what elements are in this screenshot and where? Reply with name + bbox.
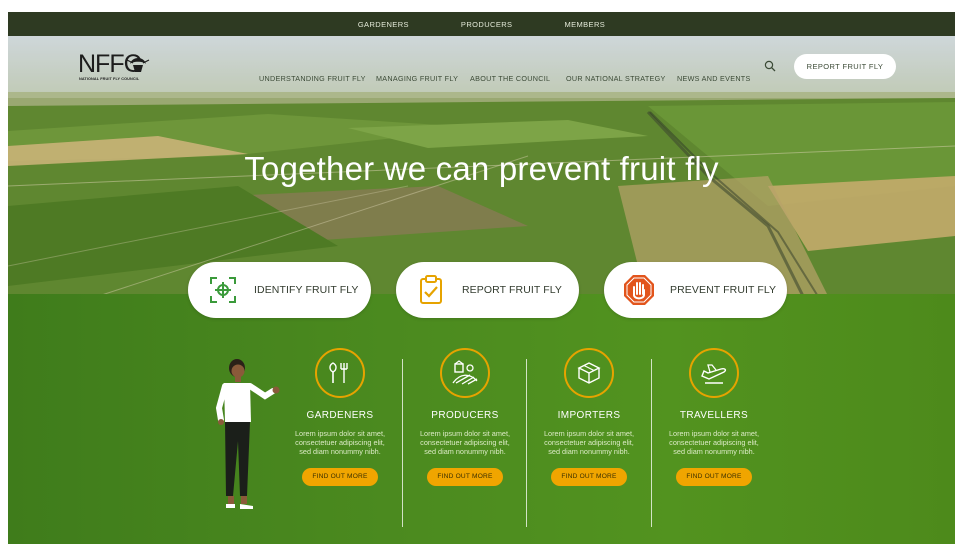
utility-link-producers[interactable]: PRODUCERS <box>461 20 513 29</box>
farm-field-icon <box>440 348 490 398</box>
audience-gardeners: GARDENERS Lorem ipsum dolor sit amet, co… <box>285 348 395 486</box>
nav-our-national-strategy[interactable]: OUR NATIONAL STRATEGY <box>566 74 666 83</box>
airplane-icon <box>689 348 739 398</box>
nav-managing-fruit-fly[interactable]: MANAGING FRUIT FLY <box>376 74 458 83</box>
logo-subtitle: NATIONAL FRUIT FLY COUNCIL <box>79 77 140 81</box>
column-divider <box>402 359 403 527</box>
nav-news-and-events[interactable]: NEWS AND EVENTS <box>677 74 751 83</box>
search-icon[interactable] <box>764 60 776 72</box>
prevent-fruit-fly-button[interactable]: PREVENT FRUIT FLY <box>604 262 787 318</box>
site-logo[interactable]: NFFC NATIONAL FRUIT FLY COUNCIL <box>78 50 158 86</box>
column-divider <box>651 359 652 527</box>
package-box-icon <box>564 348 614 398</box>
identify-fruit-fly-button[interactable]: IDENTIFY FRUIT FLY <box>188 262 371 318</box>
audience-travellers: TRAVELLERS Lorem ipsum dolor sit amet, c… <box>659 348 769 486</box>
prevent-fruit-fly-label: PREVENT FRUIT FLY <box>670 284 777 296</box>
audience-producers: PRODUCERS Lorem ipsum dolor sit amet, co… <box>410 348 520 486</box>
report-fruit-fly-button[interactable]: REPORT FRUIT FLY <box>794 54 896 79</box>
utility-nav: GARDENERS PRODUCERS MEMBERS <box>8 12 955 36</box>
find-out-more-travellers-button[interactable]: FIND OUT MORE <box>676 468 752 486</box>
target-crosshair-icon <box>210 277 236 303</box>
garden-tools-icon <box>315 348 365 398</box>
report-fruit-fly-action[interactable]: REPORT FRUIT FLY <box>396 262 579 318</box>
person-illustration <box>215 359 280 509</box>
utility-link-gardeners[interactable]: GARDENERS <box>358 20 409 29</box>
utility-link-members[interactable]: MEMBERS <box>564 20 605 29</box>
audience-description: Lorem ipsum dolor sit amet, consectetuer… <box>543 429 635 456</box>
clipboard-check-icon <box>420 275 442 304</box>
audience-title: IMPORTERS <box>557 410 621 421</box>
find-out-more-producers-button[interactable]: FIND OUT MORE <box>427 468 503 486</box>
audience-title: TRAVELLERS <box>679 410 749 421</box>
find-out-more-gardeners-button[interactable]: FIND OUT MORE <box>302 468 378 486</box>
audience-description: Lorem ipsum dolor sit amet, consectetuer… <box>419 429 511 456</box>
nav-about-the-council[interactable]: ABOUT THE COUNCIL <box>470 74 550 83</box>
page-frame: GARDENERS PRODUCERS MEMBERS NFFC NATIONA… <box>8 12 955 544</box>
audience-description: Lorem ipsum dolor sit amet, consectetuer… <box>294 429 386 456</box>
column-divider <box>526 359 527 527</box>
audience-title: GARDENERS <box>306 410 374 421</box>
find-out-more-importers-button[interactable]: FIND OUT MORE <box>551 468 627 486</box>
report-fruit-fly-label: REPORT FRUIT FLY <box>462 284 563 296</box>
audience-importers: IMPORTERS Lorem ipsum dolor sit amet, co… <box>534 348 644 486</box>
audience-title: PRODUCERS <box>431 410 499 421</box>
identify-fruit-fly-label: IDENTIFY FRUIT FLY <box>254 284 359 296</box>
nav-understanding-fruit-fly[interactable]: UNDERSTANDING FRUIT FLY <box>259 74 366 83</box>
fruit-fly-logo-icon <box>126 58 150 72</box>
stop-hand-icon <box>624 275 654 305</box>
hero-title: Together we can prevent fruit fly <box>244 150 719 187</box>
audience-description: Lorem ipsum dolor sit amet, consectetuer… <box>668 429 760 456</box>
